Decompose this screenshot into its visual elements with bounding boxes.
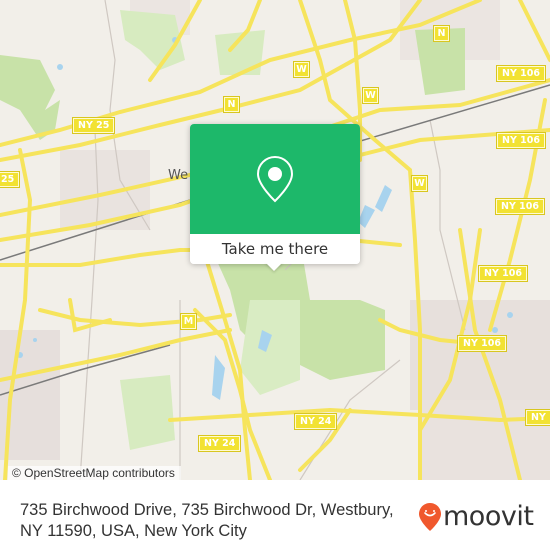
map-pin-icon [256,155,294,203]
address-text: 735 Birchwood Drive, 735 Birchwood Dr, W… [20,501,394,540]
map-view[interactable]: NY 25 25 N N W W W M NY 106 NY 106 NY 10… [0,0,550,480]
moovit-logo[interactable]: moovit [418,501,534,532]
road-shield-m: M [180,313,197,330]
road-shield-ny106: NY 106 [496,65,546,82]
road-shield-ny24: NY 24 [293,413,338,430]
road-shield-ny106: NY 106 [495,198,545,215]
road-shield-w: W [362,87,379,104]
road-shield-ny: NY [525,409,550,426]
road-shield-w: W [411,175,428,192]
road-shield-w: W [293,61,310,78]
popup-pointer [265,262,283,271]
moovit-pin-icon [419,503,441,531]
road-shield-25: 25 [0,171,21,188]
map-attribution[interactable]: © OpenStreetMap contributors [8,466,181,480]
road-shield-n: N [433,25,450,42]
moovit-wordmark: moovit [443,501,534,532]
take-me-there-button[interactable]: Take me there [190,234,360,264]
popup-header [190,124,360,234]
place-label-westbury: We [168,168,189,183]
road-shield-ny25: NY 25 [71,117,116,134]
road-shield-ny24: NY 24 [197,435,242,452]
road-shield-ny106: NY 106 [478,265,528,282]
footer: 735 Birchwood Drive, 735 Birchwood Dr, W… [0,480,550,550]
road-shield-ny106: NY 106 [457,335,507,352]
location-popup: Take me there [190,124,360,271]
road-shield-ny106: NY 106 [496,132,546,149]
road-shield-n: N [223,96,240,113]
